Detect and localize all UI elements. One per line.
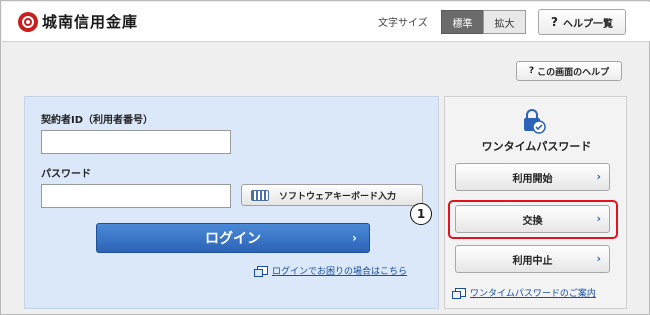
login-button-label: ログイン [205, 231, 261, 247]
keyboard-icon [251, 189, 269, 201]
bank-emblem-icon [18, 11, 38, 32]
help-list-button[interactable]: ? ヘルプ一覧 [538, 9, 626, 35]
bank-logo: 城南信用金庫 [18, 11, 138, 32]
external-window-icon [452, 288, 466, 299]
login-trouble-link[interactable]: ログインでお困りの場合はこちら [254, 264, 408, 277]
otp-start-button[interactable]: 利用開始 › [455, 163, 610, 191]
external-window-icon [254, 266, 268, 277]
question-icon: ? [551, 15, 558, 29]
otp-title: ワンタイムパスワード [481, 140, 592, 153]
software-keyboard-button[interactable]: ソフトウェアキーボード入力 [241, 184, 423, 206]
screen-help-label: この画面のヘルプ [537, 67, 610, 78]
password-label: パスワード [41, 169, 91, 180]
header-bar: 城南信用金庫 文字サイズ 標準 拡大 ? ヘルプ一覧 [2, 2, 650, 42]
chevron-right-icon: › [352, 231, 357, 245]
login-trouble-label: ログインでお困りの場合はこちら [272, 267, 408, 277]
chevron-right-icon: › [596, 170, 601, 183]
password-input[interactable] [41, 184, 231, 208]
screen-help-button[interactable]: ? この画面のヘルプ [516, 61, 622, 81]
font-size-standard-button[interactable]: 標準 [441, 10, 484, 34]
contract-id-label: 契約者ID（利用者番号） [41, 115, 154, 126]
otp-exchange-label: 交換 [522, 215, 543, 227]
lock-check-icon [524, 109, 546, 134]
question-icon: ? [528, 66, 535, 76]
otp-exchange-button[interactable]: 交換 › [455, 205, 610, 233]
login-window: 城南信用金庫 文字サイズ 標準 拡大 ? ヘルプ一覧 ? この画面のヘルプ 契約… [0, 0, 650, 315]
otp-start-label: 利用開始 [512, 173, 553, 185]
otp-guide-label: ワンタイムパスワードのご案内 [470, 289, 596, 299]
login-button[interactable]: ログイン › [96, 223, 370, 253]
bank-name: 城南信用金庫 [42, 13, 139, 31]
step-callout-marker: 1 [410, 203, 432, 225]
one-time-password-panel: ワンタイムパスワード 利用開始 › 交換 › 利用中止 › ワンタイムパスワード… [444, 96, 627, 309]
font-size-large-button[interactable]: 拡大 [483, 10, 526, 34]
font-size-label: 文字サイズ [378, 18, 428, 29]
otp-guide-link[interactable]: ワンタイムパスワードのご案内 [452, 286, 596, 299]
otp-stop-button[interactable]: 利用中止 › [455, 245, 610, 273]
chevron-right-icon: › [596, 252, 601, 265]
login-panel: 契約者ID（利用者番号） パスワード ソフトウェアキーボード入力 ログイン › … [24, 96, 439, 309]
help-list-label: ヘルプ一覧 [562, 18, 613, 30]
otp-stop-label: 利用中止 [512, 255, 553, 267]
software-keyboard-label: ソフトウェアキーボード入力 [279, 191, 397, 202]
contract-id-input[interactable] [41, 130, 231, 154]
chevron-right-icon: › [596, 212, 601, 225]
